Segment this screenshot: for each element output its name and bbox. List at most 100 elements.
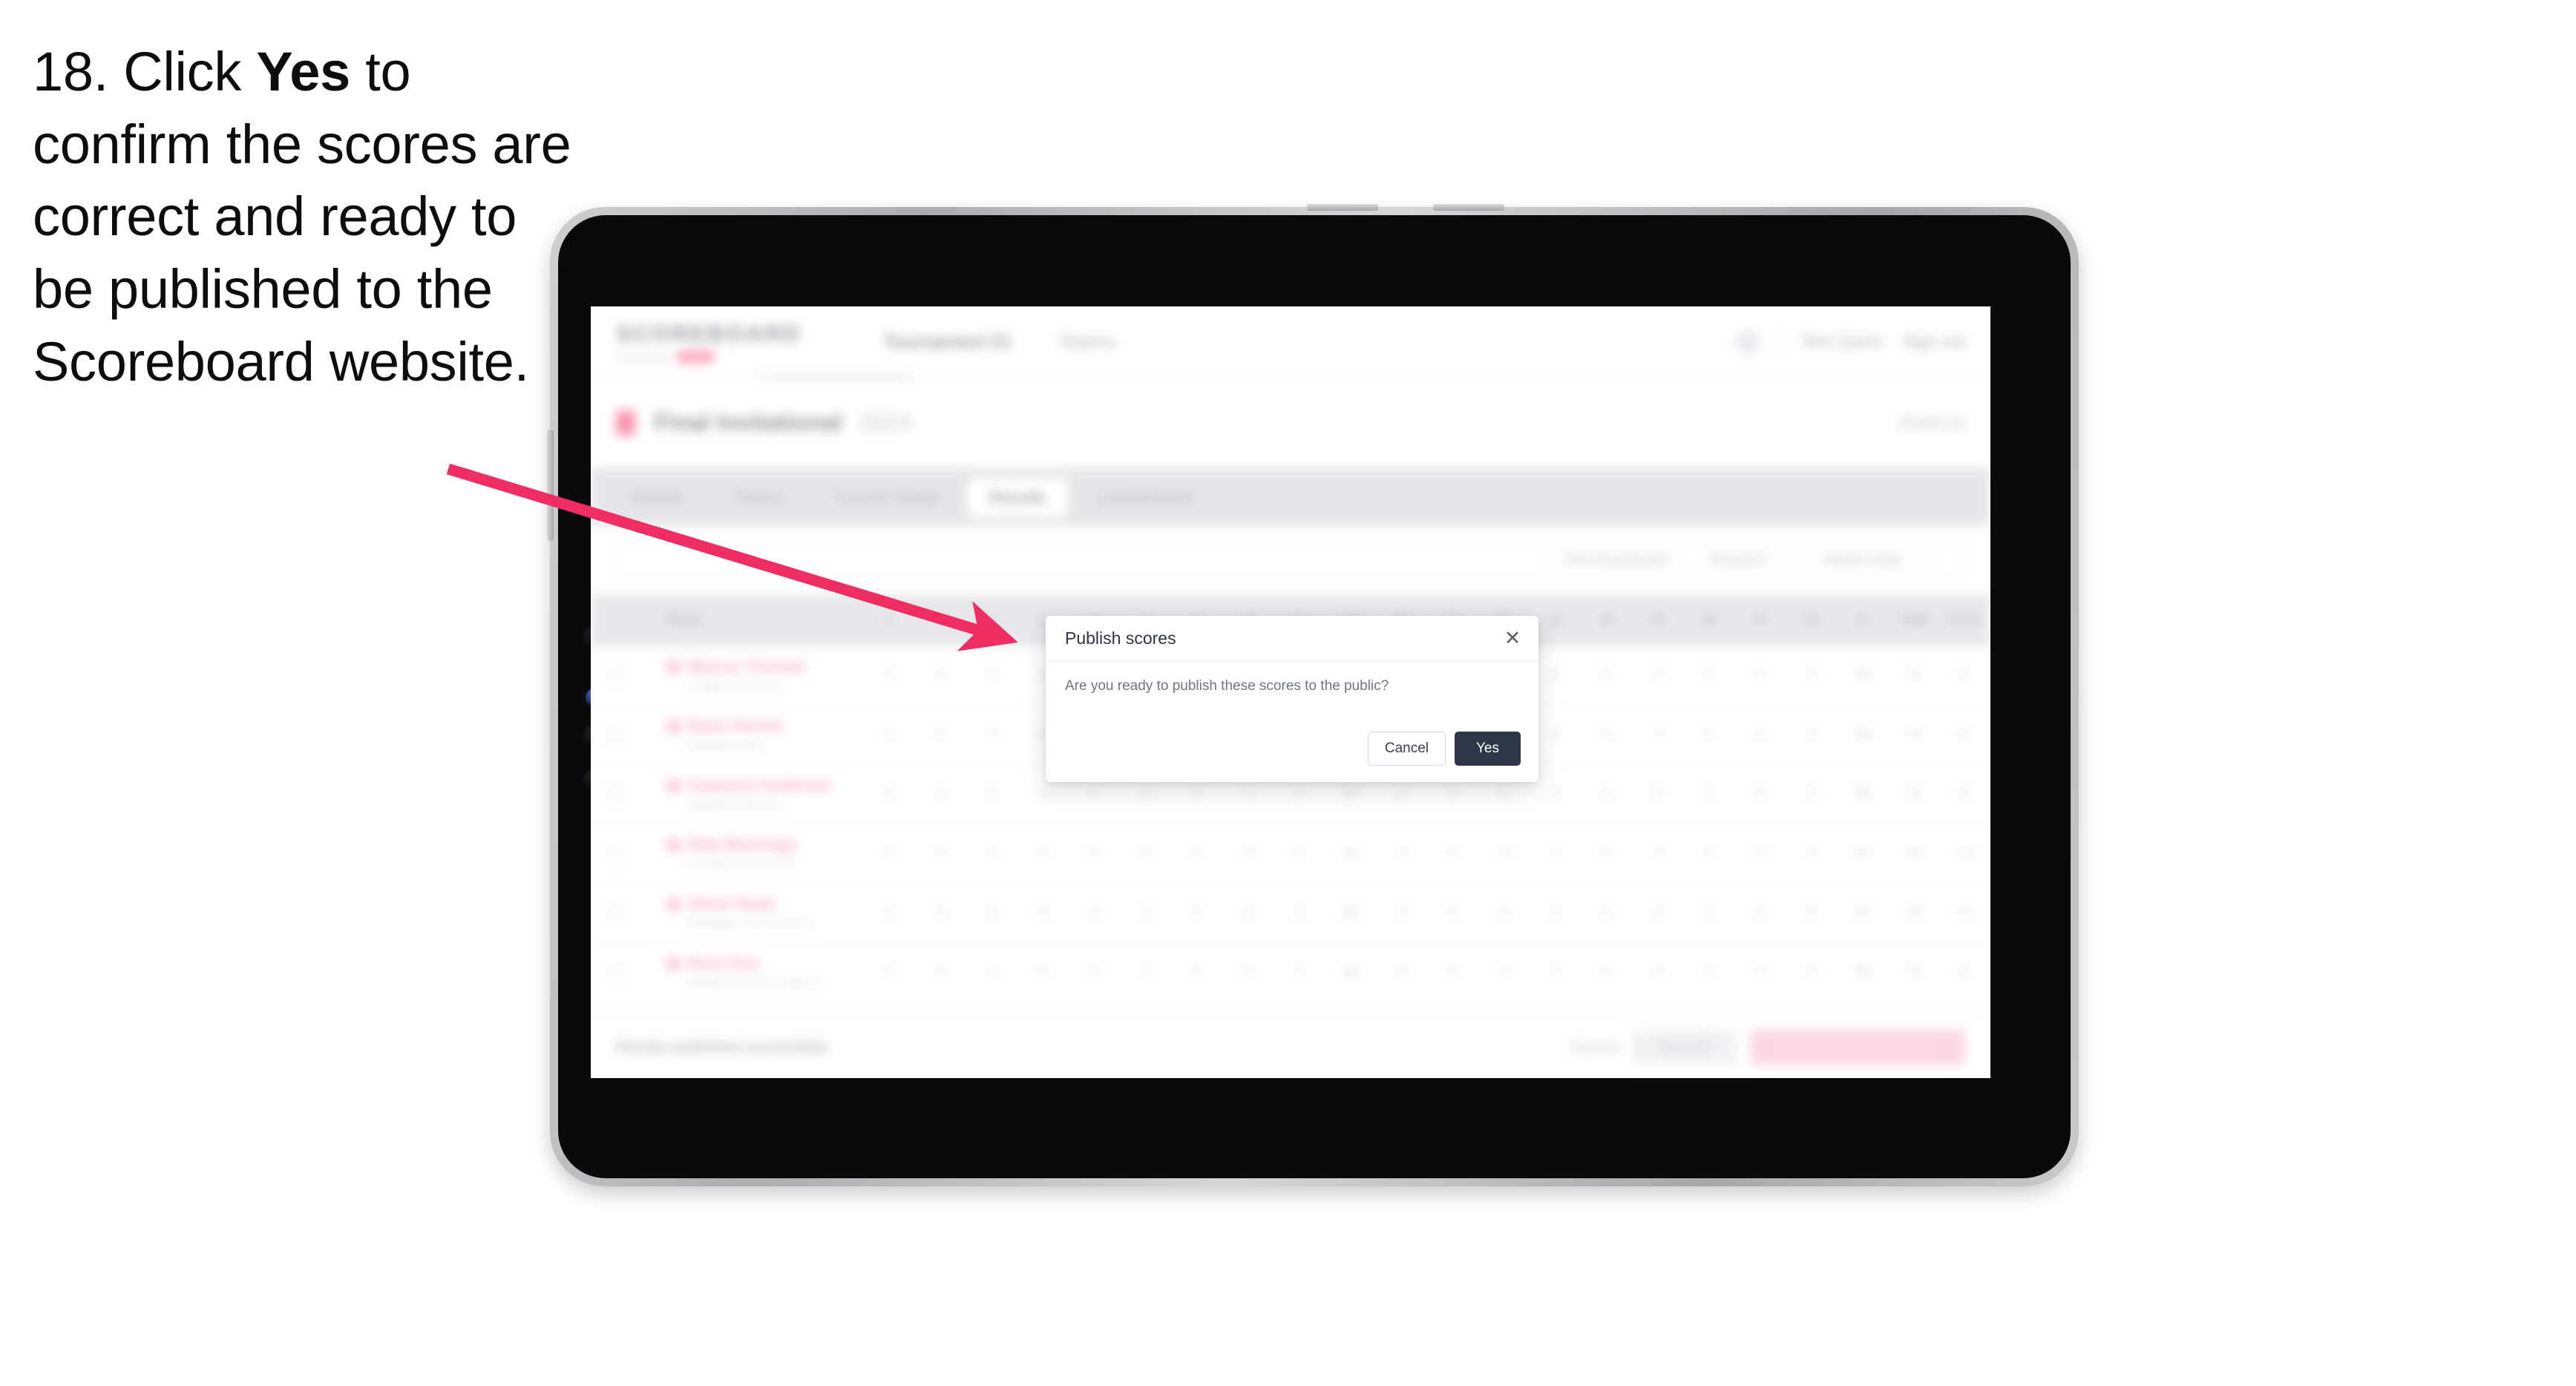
score-cell-h18[interactable]: 3 bbox=[1786, 942, 1837, 1002]
checkbox-icon[interactable] bbox=[608, 964, 624, 981]
score-cell-total[interactable]: 72 bbox=[1888, 942, 1939, 1002]
row-checkbox[interactable] bbox=[591, 764, 641, 824]
score-cell-h3[interactable]: 4 bbox=[966, 705, 1017, 765]
score-cell-h15[interactable]: 4 bbox=[1632, 646, 1683, 706]
score-cell-h5[interactable]: 4 bbox=[1069, 824, 1120, 884]
score-cell-h13[interactable]: 3 bbox=[1530, 824, 1581, 884]
score-cell-h15[interactable]: 4 bbox=[1632, 824, 1683, 884]
score-cell-h1[interactable]: 4 bbox=[864, 824, 915, 884]
score-cell-h17[interactable]: 4 bbox=[1734, 942, 1786, 1002]
score-cell-h6[interactable]: 5 bbox=[1120, 824, 1171, 884]
score-cell-h2[interactable]: 4 bbox=[915, 764, 966, 824]
score-cell-in[interactable]: 37 bbox=[1837, 824, 1888, 884]
score-cell-h1[interactable]: 4 bbox=[864, 764, 915, 824]
score-cell-in[interactable]: 36 bbox=[1837, 705, 1888, 765]
score-cell-h16[interactable]: 5 bbox=[1683, 705, 1734, 765]
score-cell-h18[interactable]: 4 bbox=[1786, 764, 1837, 824]
score-cell-h7[interactable]: 5 bbox=[1171, 883, 1222, 943]
score-cell-h14[interactable]: 5 bbox=[1581, 883, 1632, 943]
tab-details[interactable]: Details bbox=[609, 478, 705, 517]
score-cell-total[interactable]: 74 bbox=[1888, 824, 1939, 884]
score-cell-out[interactable]: 36 bbox=[1325, 942, 1376, 1002]
score-cell-h10[interactable]: 5 bbox=[1376, 942, 1427, 1002]
score-cell-h17[interactable]: 4 bbox=[1734, 705, 1786, 765]
volume-down-button[interactable] bbox=[1433, 204, 1504, 211]
score-cell-h1[interactable]: 4 bbox=[864, 942, 915, 1002]
table-row[interactable]: Dale Mannings Riverbend Golf Club 4 5 3 4 4 5 4 3… bbox=[591, 824, 1990, 884]
score-cell-h15[interactable]: 4 bbox=[1632, 883, 1683, 943]
score-cell-h3[interactable]: 4 bbox=[966, 883, 1017, 943]
score-cell-total[interactable]: 72 bbox=[1888, 705, 1939, 765]
player-cell[interactable]: Oliver Reed Northgate Country Club bbox=[641, 883, 864, 943]
save-all-button[interactable]: Save All bbox=[1632, 1030, 1737, 1065]
yes-button[interactable]: Yes bbox=[1455, 732, 1521, 766]
score-cell-h2[interactable]: 5 bbox=[915, 824, 966, 884]
score-cell-h1[interactable]: 3 bbox=[864, 883, 915, 943]
nav-user-name[interactable]: Tom Quinn bbox=[1800, 332, 1883, 352]
score-cell-h4[interactable]: 5 bbox=[1017, 883, 1069, 943]
score-cell-h1[interactable]: 4 bbox=[864, 646, 915, 706]
score-cell-score[interactable]: E bbox=[1939, 705, 1990, 765]
checkbox-icon[interactable] bbox=[608, 904, 624, 922]
row-checkbox[interactable] bbox=[591, 646, 641, 706]
tab-course-setup[interactable]: Course Setup bbox=[812, 478, 961, 517]
select-all-header[interactable] bbox=[591, 594, 641, 646]
player-cell[interactable]: Dale Mannings Riverbend Golf Club bbox=[641, 824, 864, 884]
score-cell-in[interactable]: 36 bbox=[1837, 646, 1888, 706]
score-cell-h9[interactable]: 5 bbox=[1274, 824, 1325, 884]
score-cell-h14[interactable]: 4 bbox=[1581, 764, 1632, 824]
row-checkbox[interactable] bbox=[591, 883, 641, 943]
cancel-link[interactable]: Cancel bbox=[1570, 1039, 1619, 1057]
player-cell[interactable]: Marcus Thomas Coastal Golf Club bbox=[641, 646, 864, 706]
score-cell-h4[interactable]: 4 bbox=[1017, 942, 1069, 1002]
filter-icon[interactable] bbox=[1931, 542, 1965, 577]
select-radio[interactable]: Radio Only bbox=[1808, 542, 1918, 577]
score-cell-in[interactable]: 37 bbox=[1837, 883, 1888, 943]
score-cell-h2[interactable]: 3 bbox=[915, 705, 966, 765]
player-cell[interactable]: Cameron Anderson Highland Park GC bbox=[641, 764, 864, 824]
notifications-icon[interactable] bbox=[1735, 329, 1761, 355]
select-scorecard[interactable]: Pre-Scorecard bbox=[1561, 542, 1671, 577]
score-cell-h13[interactable]: 3 bbox=[1530, 942, 1581, 1002]
publish-scores-button[interactable]: Publish scores to public bbox=[1749, 1030, 1965, 1065]
score-cell-score[interactable]: +1 bbox=[1939, 883, 1990, 943]
score-cell-h1[interactable]: 5 bbox=[864, 705, 915, 765]
score-cell-h14[interactable]: 3 bbox=[1581, 705, 1632, 765]
score-cell-h2[interactable]: 4 bbox=[915, 883, 966, 943]
score-cell-h16[interactable]: 5 bbox=[1683, 646, 1734, 706]
score-cell-in[interactable]: 36 bbox=[1837, 942, 1888, 1002]
score-cell-h17[interactable]: 4 bbox=[1734, 764, 1786, 824]
score-cell-h2[interactable]: 3 bbox=[915, 646, 966, 706]
score-cell-total[interactable]: 72 bbox=[1888, 646, 1939, 706]
score-cell-h9[interactable]: 4 bbox=[1274, 883, 1325, 943]
score-cell-score[interactable]: +2 bbox=[1939, 824, 1990, 884]
score-cell-total[interactable]: 73 bbox=[1888, 883, 1939, 943]
score-cell-h6[interactable]: 3 bbox=[1120, 942, 1171, 1002]
nav-link-tournament[interactable]: Tournament 01 bbox=[883, 330, 1012, 353]
close-icon[interactable]: ✕ bbox=[1503, 628, 1522, 648]
score-cell-h10[interactable]: 4 bbox=[1376, 824, 1427, 884]
score-cell-h11[interactable]: 5 bbox=[1427, 883, 1478, 943]
score-cell-h11[interactable]: 4 bbox=[1427, 942, 1478, 1002]
score-cell-total[interactable]: 72 bbox=[1888, 764, 1939, 824]
score-cell-h8[interactable]: 5 bbox=[1222, 942, 1274, 1002]
row-checkbox[interactable] bbox=[591, 824, 641, 884]
score-cell-h8[interactable]: 3 bbox=[1222, 824, 1274, 884]
checkbox-icon[interactable] bbox=[608, 786, 624, 803]
score-cell-h11[interactable]: 4 bbox=[1427, 824, 1478, 884]
score-cell-h4[interactable]: 4 bbox=[1017, 824, 1069, 884]
score-cell-h16[interactable]: 3 bbox=[1683, 883, 1734, 943]
score-cell-score[interactable]: E bbox=[1939, 764, 1990, 824]
tab-teams[interactable]: Teams bbox=[711, 478, 806, 517]
score-cell-h3[interactable]: 5 bbox=[966, 764, 1017, 824]
checkbox-icon[interactable] bbox=[608, 667, 624, 684]
score-cell-out[interactable]: 36 bbox=[1325, 883, 1376, 943]
score-cell-h5[interactable]: 5 bbox=[1069, 942, 1120, 1002]
cancel-button[interactable]: Cancel bbox=[1367, 732, 1446, 766]
score-cell-h15[interactable]: 5 bbox=[1632, 764, 1683, 824]
score-cell-h3[interactable]: 3 bbox=[966, 824, 1017, 884]
score-cell-h17[interactable]: 4 bbox=[1734, 883, 1786, 943]
score-cell-out[interactable]: 37 bbox=[1325, 824, 1376, 884]
score-cell-h9[interactable]: 3 bbox=[1274, 942, 1325, 1002]
score-cell-h15[interactable]: 5 bbox=[1632, 942, 1683, 1002]
